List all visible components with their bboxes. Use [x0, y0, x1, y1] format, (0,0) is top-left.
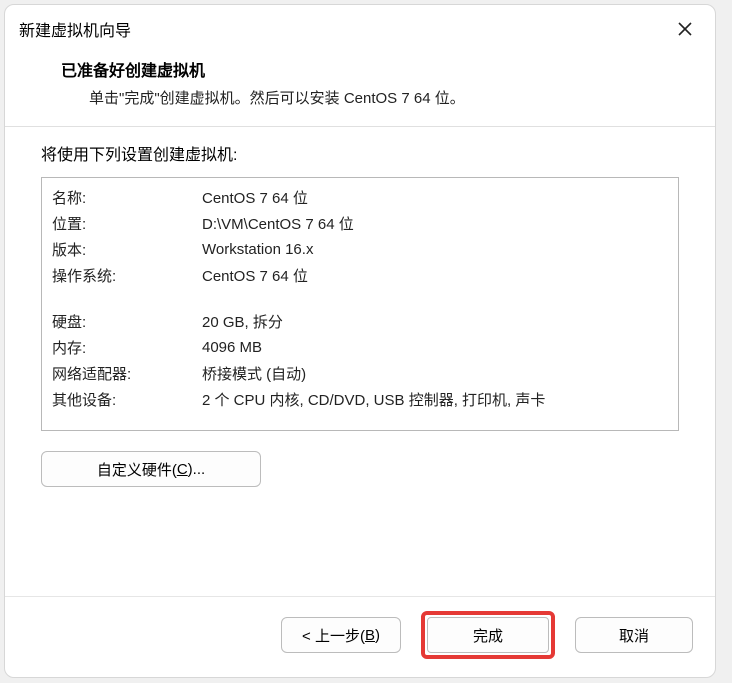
button-accel: C	[177, 461, 188, 478]
window-title: 新建虚拟机向导	[19, 17, 131, 41]
finish-button-highlight: 完成	[421, 611, 555, 659]
customize-row: 自定义硬件(C)...	[41, 451, 679, 487]
setting-row-name: 名称: CentOS 7 64 位	[52, 184, 668, 210]
setting-key: 名称:	[52, 187, 202, 208]
new-vm-wizard-dialog: 新建虚拟机向导 已准备好创建虚拟机 单击"完成"创建虚拟机。然后可以安装 Cen…	[4, 4, 716, 678]
settings-summary-box: 名称: CentOS 7 64 位 位置: D:\VM\CentOS 7 64 …	[41, 177, 679, 431]
wizard-heading: 已准备好创建虚拟机	[61, 57, 697, 81]
setting-val: CentOS 7 64 位	[202, 187, 668, 208]
setting-val: 20 GB, 拆分	[202, 311, 668, 332]
wizard-body: 将使用下列设置创建虚拟机: 名称: CentOS 7 64 位 位置: D:\V…	[5, 127, 715, 596]
button-label-post: )...	[188, 461, 206, 478]
setting-val: 2 个 CPU 内核, CD/DVD, USB 控制器, 打印机, 声卡	[202, 389, 668, 410]
back-button[interactable]: < 上一步(B)	[281, 617, 401, 653]
cancel-button[interactable]: 取消	[575, 617, 693, 653]
setting-key: 网络适配器:	[52, 363, 202, 384]
titlebar: 新建虚拟机向导	[5, 5, 715, 49]
button-label-pre: 自定义硬件(	[97, 459, 177, 480]
setting-row-version: 版本: Workstation 16.x	[52, 236, 668, 262]
wizard-subtitle: 单击"完成"创建虚拟机。然后可以安装 CentOS 7 64 位。	[61, 87, 697, 108]
setting-row-disk: 硬盘: 20 GB, 拆分	[52, 308, 668, 334]
setting-val: Workstation 16.x	[202, 241, 668, 258]
setting-val: CentOS 7 64 位	[202, 265, 668, 286]
setting-key: 位置:	[52, 213, 202, 234]
close-icon	[677, 21, 693, 37]
setting-val: 桥接模式 (自动)	[202, 363, 668, 384]
setting-row-other: 其他设备: 2 个 CPU 内核, CD/DVD, USB 控制器, 打印机, …	[52, 386, 668, 412]
finish-button[interactable]: 完成	[427, 617, 549, 653]
wizard-footer: < 上一步(B) 完成 取消	[5, 596, 715, 677]
wizard-header: 已准备好创建虚拟机 单击"完成"创建虚拟机。然后可以安装 CentOS 7 64…	[5, 49, 715, 127]
setting-gap	[52, 288, 668, 308]
setting-key: 内存:	[52, 337, 202, 358]
settings-intro: 将使用下列设置创建虚拟机:	[41, 141, 679, 165]
customize-hardware-button[interactable]: 自定义硬件(C)...	[41, 451, 261, 487]
setting-row-memory: 内存: 4096 MB	[52, 334, 668, 360]
close-button[interactable]	[671, 15, 699, 43]
setting-key: 操作系统:	[52, 265, 202, 286]
button-label-post: )	[375, 627, 380, 644]
setting-key: 其他设备:	[52, 389, 202, 410]
button-label-pre: < 上一步(	[302, 625, 365, 646]
button-accel: B	[365, 627, 375, 644]
setting-key: 硬盘:	[52, 311, 202, 332]
setting-row-network: 网络适配器: 桥接模式 (自动)	[52, 360, 668, 386]
setting-row-os: 操作系统: CentOS 7 64 位	[52, 262, 668, 288]
setting-val: 4096 MB	[202, 339, 668, 356]
setting-val: D:\VM\CentOS 7 64 位	[202, 213, 668, 234]
setting-key: 版本:	[52, 239, 202, 260]
setting-row-location: 位置: D:\VM\CentOS 7 64 位	[52, 210, 668, 236]
